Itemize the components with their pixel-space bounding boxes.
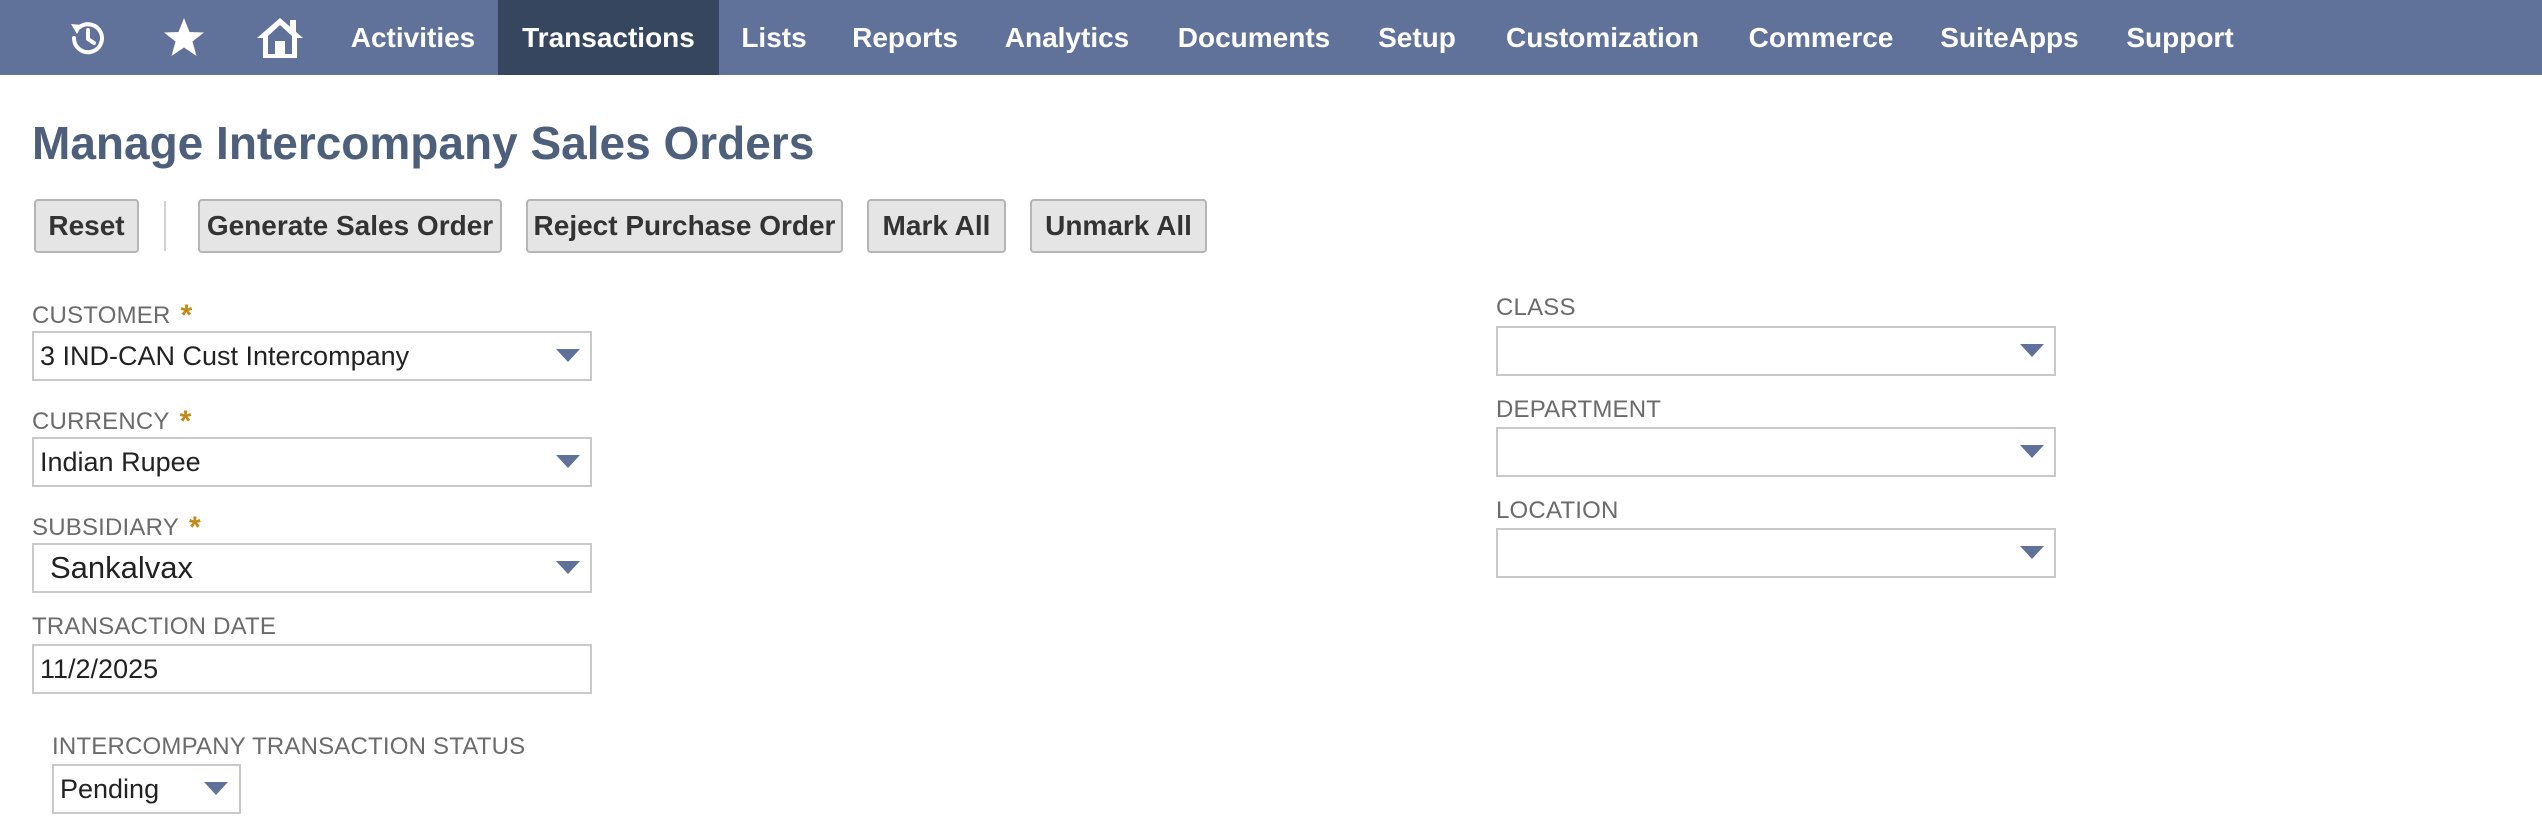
subsidiary-label-text: SUBSIDIARY — [32, 514, 179, 541]
reject-purchase-order-button[interactable]: Reject Purchase Order — [526, 199, 843, 253]
intercompany-status-value: Pending — [60, 774, 160, 804]
nav-activities[interactable]: Activities — [337, 0, 489, 75]
customer-label: CUSTOMER * — [32, 297, 193, 332]
currency-select-value: Indian Rupee — [40, 447, 201, 477]
customer-select[interactable]: 3 IND-CAN Cust Intercompany — [32, 331, 592, 381]
star-icon[interactable] — [158, 0, 210, 75]
transaction-date-label: TRANSACTION DATE — [32, 613, 277, 640]
generate-sales-order-button[interactable]: Generate Sales Order — [198, 199, 502, 253]
chevron-down-icon[interactable] — [2020, 445, 2044, 458]
nav-setup[interactable]: Setup — [1368, 0, 1466, 75]
chevron-down-icon[interactable] — [2020, 344, 2044, 357]
intercompany-status-select[interactable]: Pending — [52, 764, 241, 814]
mark-all-button[interactable]: Mark All — [867, 199, 1006, 253]
department-label: DEPARTMENT — [1496, 396, 1662, 423]
reset-button[interactable]: Reset — [34, 199, 139, 253]
class-select[interactable] — [1496, 326, 2056, 376]
page-title: Manage Intercompany Sales Orders — [32, 117, 815, 169]
department-select[interactable] — [1496, 427, 2056, 477]
subsidiary-label: SUBSIDIARY * — [32, 509, 201, 544]
chevron-down-icon[interactable] — [556, 349, 580, 362]
nav-support[interactable]: Support — [2115, 0, 2245, 75]
chevron-down-icon[interactable] — [556, 455, 580, 468]
required-marker: * — [179, 405, 192, 438]
home-icon[interactable] — [253, 0, 307, 75]
intercompany-status-label: INTERCOMPANY TRANSACTION STATUS — [52, 733, 526, 760]
currency-label-text: CURRENCY — [32, 408, 170, 435]
currency-label: CURRENCY * — [32, 403, 192, 438]
nav-reports[interactable]: Reports — [838, 0, 972, 75]
customer-label-text: CUSTOMER — [32, 302, 171, 329]
location-select[interactable] — [1496, 528, 2056, 578]
chevron-down-icon[interactable] — [204, 782, 228, 795]
subsidiary-select[interactable]: Sankalvax — [32, 543, 592, 593]
location-label: LOCATION — [1496, 497, 1619, 524]
nav-customization[interactable]: Customization — [1495, 0, 1710, 75]
required-marker: * — [180, 299, 193, 332]
toolbar-separator — [164, 201, 166, 251]
nav-lists[interactable]: Lists — [730, 0, 818, 75]
top-navigation-bar: Activities Transactions Lists Reports An… — [0, 0, 2542, 75]
customer-select-value: 3 IND-CAN Cust Intercompany — [40, 341, 410, 371]
nav-commerce[interactable]: Commerce — [1738, 0, 1904, 75]
subsidiary-select-value: Sankalvax — [50, 550, 194, 585]
nav-suiteapps[interactable]: SuiteApps — [1931, 0, 2088, 75]
chevron-down-icon[interactable] — [556, 561, 580, 574]
chevron-down-icon[interactable] — [2020, 546, 2044, 559]
unmark-all-button[interactable]: Unmark All — [1030, 199, 1207, 253]
recent-history-icon[interactable] — [60, 0, 116, 75]
class-label: CLASS — [1496, 294, 1576, 321]
currency-select[interactable]: Indian Rupee — [32, 437, 592, 487]
nav-documents[interactable]: Documents — [1164, 0, 1344, 75]
nav-transactions[interactable]: Transactions — [498, 0, 719, 75]
transaction-date-field[interactable] — [32, 644, 592, 694]
required-marker: * — [188, 511, 201, 544]
nav-analytics[interactable]: Analytics — [993, 0, 1141, 75]
